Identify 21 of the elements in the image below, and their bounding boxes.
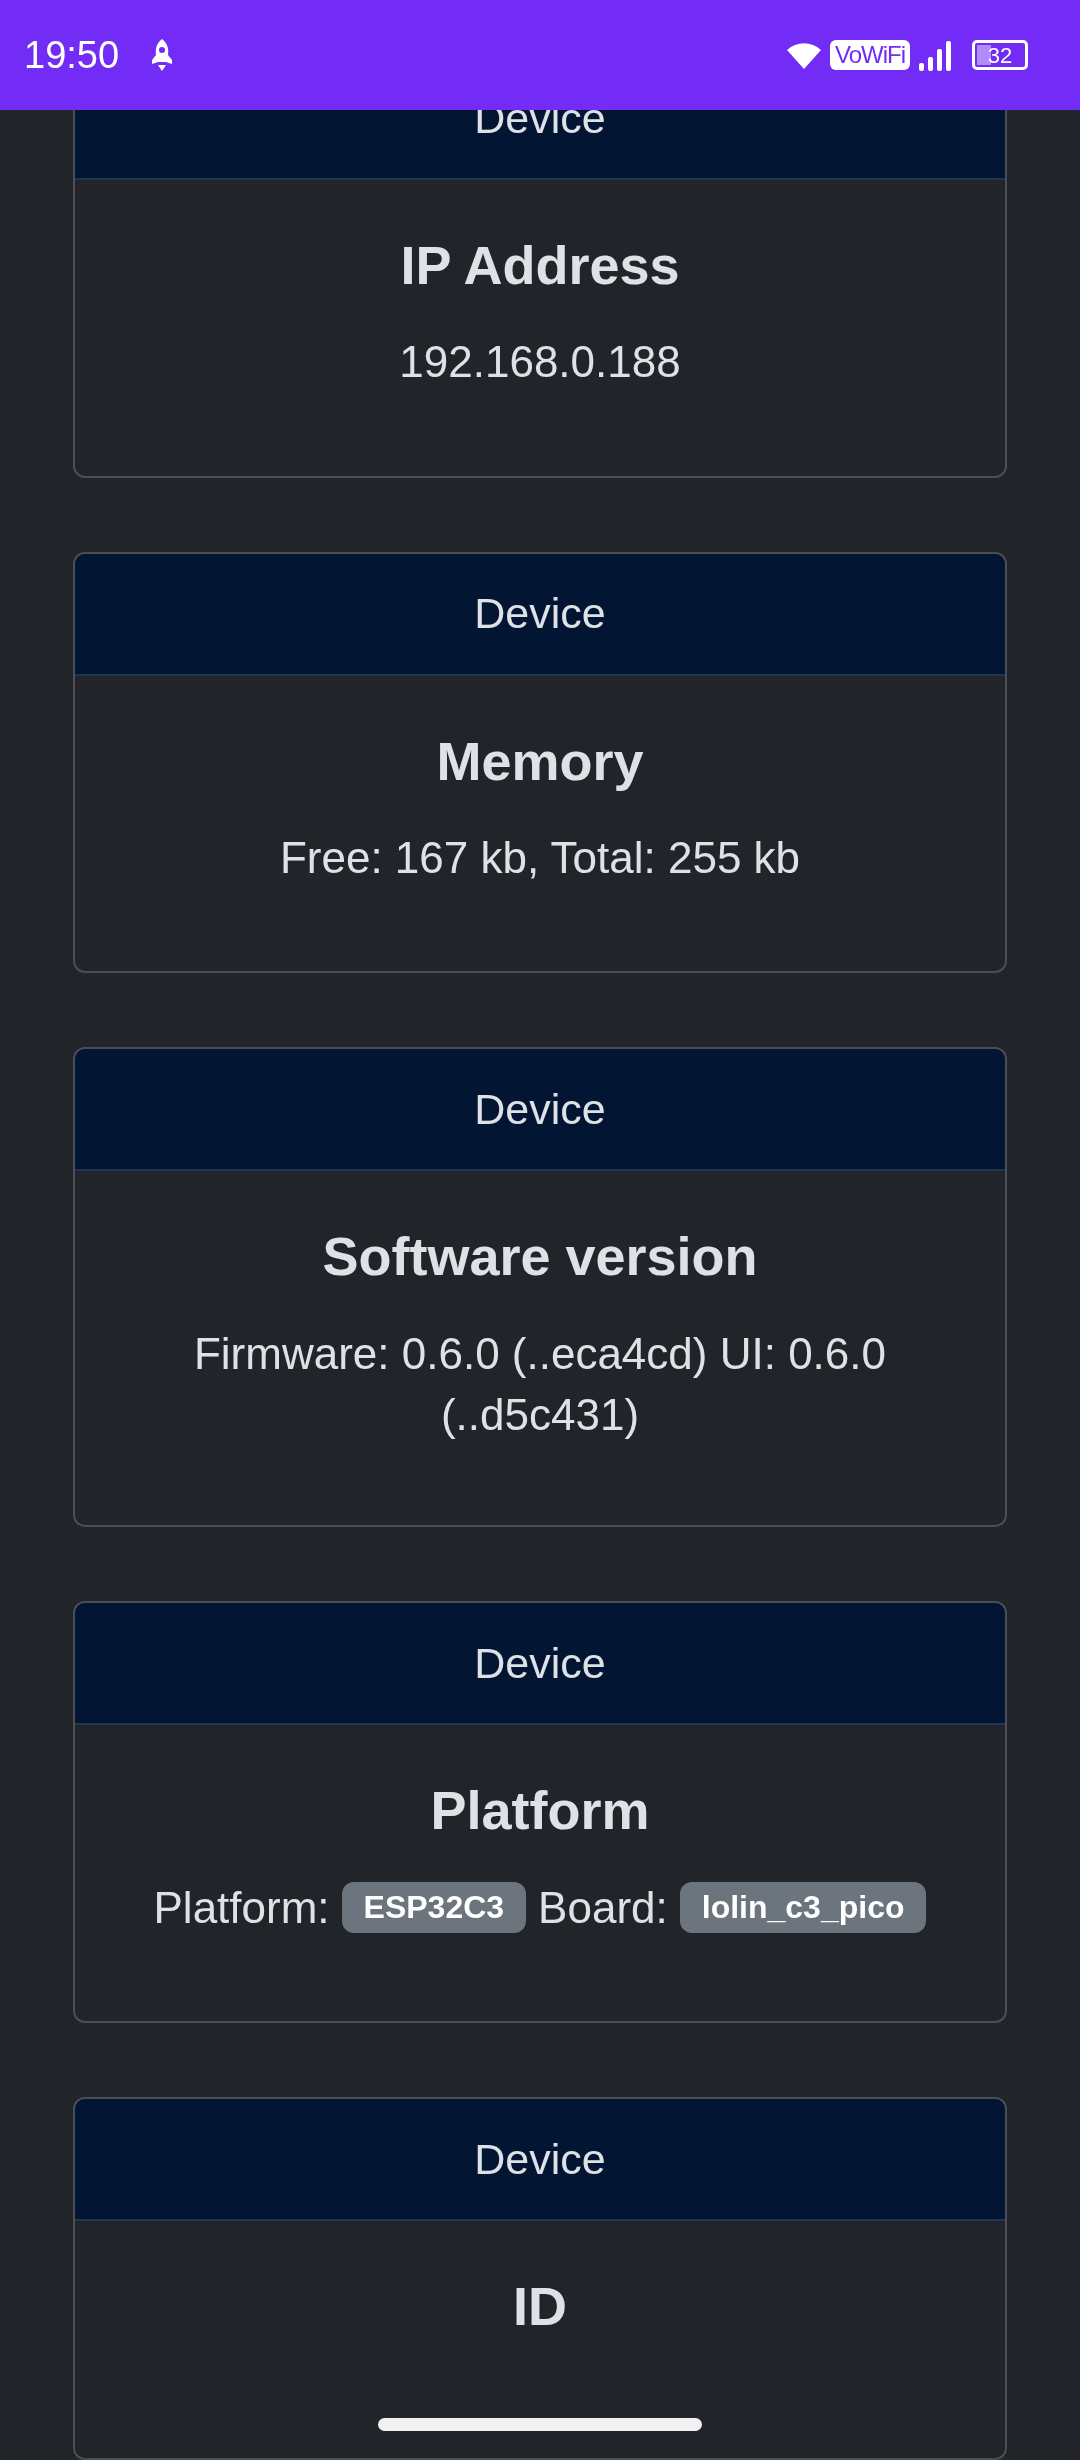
battery-icon: 32 xyxy=(972,40,1028,70)
card-title: ID xyxy=(512,2276,568,2337)
card-header: Device xyxy=(75,553,1005,676)
card-text: 192.168.0.188 xyxy=(398,336,682,389)
field-label: Board: xyxy=(538,1881,668,1934)
card-header: Device xyxy=(75,1603,1005,1726)
card-header: Device xyxy=(75,1049,1005,1172)
card-title: Software version xyxy=(321,1227,759,1287)
signal-icon xyxy=(918,39,954,71)
home-indicator[interactable] xyxy=(378,2418,702,2431)
value-tag: ESP32C3 xyxy=(341,1882,527,1933)
card-text: Firmware: 0.6.0 (..eca4cd) UI: 0.6.0 (..d5c431) xyxy=(192,1327,887,1442)
network-label: VoWiFi xyxy=(830,39,910,71)
card-header: Device xyxy=(75,2098,1005,2221)
card-title: Memory xyxy=(435,731,645,791)
wifi-icon xyxy=(786,40,822,70)
value-tag: lolin_c3_pico xyxy=(679,1882,927,1933)
card-title: IP Address xyxy=(399,236,681,296)
field-label: Platform: xyxy=(153,1881,330,1934)
card-text: Free: 167 kb, Total: 255 kb xyxy=(278,832,802,884)
card-title: Platform xyxy=(429,1781,651,1841)
